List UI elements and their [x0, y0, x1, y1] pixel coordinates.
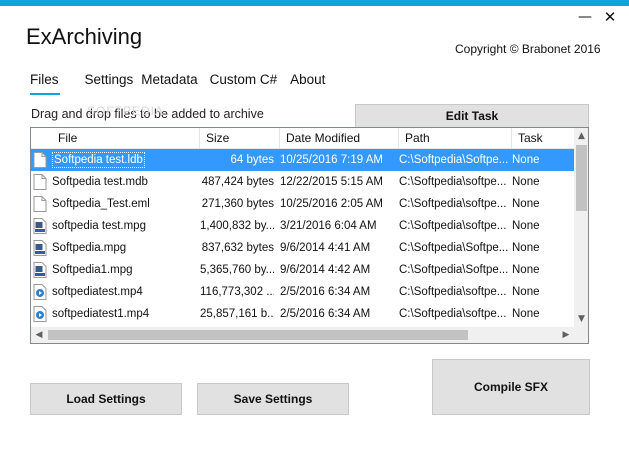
cell-path: C:\Softpedia\softpe... [399, 308, 507, 320]
drop-files-label: Drag and drop files to be added to archi… [31, 104, 264, 121]
table-row[interactable]: Softpedia test.mdb 487,424 bytes 12/22/201… [31, 171, 574, 193]
cell-task: None [512, 176, 540, 188]
tab-metadata[interactable]: Metadata [141, 71, 197, 91]
cell-date-modified: 2/5/2016 6:34 AM [280, 286, 371, 298]
cell-file-name: Softpedia_Test.eml [52, 198, 150, 210]
cell-size: 116,773,302 ... [200, 286, 274, 298]
cell-path: C:\Softpedia\softpe... [399, 176, 507, 188]
cell-date-modified: 3/21/2016 6:04 AM [280, 220, 377, 232]
table-row[interactable]: softpediatest.mp4 116,773,302 ... 2/5/2016… [31, 281, 574, 303]
compile-sfx-button[interactable]: Compile SFX [432, 359, 590, 415]
tab-settings[interactable]: Settings [85, 71, 134, 91]
document-icon [33, 174, 47, 190]
mpeg-file-icon [33, 262, 47, 278]
file-list-rows: Softpedia test.ldb 64 bytes 10/25/2016 7:1… [31, 149, 574, 325]
cell-task: None [512, 220, 540, 232]
scroll-up-icon[interactable]: ▲ [574, 128, 588, 144]
column-header-file[interactable]: File [52, 128, 200, 149]
cell-task: None [512, 286, 540, 298]
document-icon [33, 152, 47, 168]
app-title: ExArchiving [26, 24, 143, 49]
table-row[interactable]: Softpedia1.mpg 5,365,760 by... 9/6/2014 4:… [31, 259, 574, 281]
cell-file-name: Softpedia test.ldb [52, 152, 145, 168]
cell-file-name: Softpedia1.mpg [52, 264, 133, 276]
watermark-text: SOFTPEDIA [87, 104, 165, 118]
cell-file-name: Softpedia.mpg [52, 242, 127, 254]
cell-task: None [512, 198, 540, 210]
video-file-icon [33, 284, 47, 300]
tab-about[interactable]: About [290, 71, 325, 91]
table-row[interactable]: Softpedia test.ldb 64 bytes 10/25/2016 7:1… [31, 149, 574, 171]
cell-file-name: softpediatest1.mp4 [52, 308, 150, 320]
close-button[interactable]: ✕ [601, 8, 619, 26]
cell-size: 271,360 bytes [201, 198, 274, 210]
file-list[interactable]: File Size Date Modified Path Task Softpe… [30, 127, 589, 344]
mpeg-file-icon [33, 218, 47, 234]
vertical-scroll-thumb[interactable] [576, 145, 587, 211]
column-header-date-modified[interactable]: Date Modified [280, 128, 399, 149]
cell-file-name: softpedia test.mpg [52, 220, 146, 232]
horizontal-scroll-thumb[interactable] [48, 330, 468, 340]
cell-path: C:\Softpedia\Softpe... [399, 242, 509, 254]
cell-path: C:\Softpedia\softpe... [399, 220, 507, 232]
cell-task: None [512, 264, 540, 276]
cell-date-modified: 10/25/2016 2:05 AM [280, 198, 383, 210]
cell-date-modified: 2/5/2016 6:34 AM [280, 308, 371, 320]
cell-size: 25,857,161 b... [200, 308, 274, 320]
main-tabs: Files Settings Metadata Custom C# About [30, 71, 336, 95]
edit-task-button[interactable]: Edit Task [355, 104, 589, 128]
table-row[interactable]: Softpedia_Test.eml 271,360 bytes 10/25/201… [31, 193, 574, 215]
file-list-header: File Size Date Modified Path Task [31, 128, 574, 149]
cell-path: C:\Softpedia\Softpe... [399, 264, 509, 276]
cell-task: None [512, 242, 540, 254]
vertical-scrollbar[interactable]: ▲ ▼ [574, 128, 588, 327]
table-row[interactable]: Softpedia.mpg 837,632 bytes 9/6/2014 4:41 … [31, 237, 574, 259]
cell-size: 837,632 bytes [201, 242, 274, 254]
minimize-button[interactable]: — [576, 8, 594, 26]
save-settings-button[interactable]: Save Settings [197, 383, 349, 415]
scroll-down-icon[interactable]: ▼ [574, 311, 588, 327]
column-header-size[interactable]: Size [200, 128, 280, 149]
tab-files[interactable]: Files [30, 71, 60, 95]
scroll-left-icon[interactable]: ◀ [31, 327, 47, 343]
column-header-task[interactable]: Task [512, 128, 574, 149]
horizontal-scrollbar[interactable]: ◀ ▶ [31, 327, 574, 343]
cell-date-modified: 9/6/2014 4:42 AM [280, 264, 371, 276]
cell-task: None [512, 154, 540, 166]
scrollbar-corner [574, 327, 588, 343]
tab-custom-csharp[interactable]: Custom C# [210, 71, 278, 91]
scroll-right-icon[interactable]: ▶ [558, 327, 574, 343]
cell-path: C:\Softpedia\softpe... [399, 286, 507, 298]
cell-file-name: softpediatest.mp4 [52, 286, 143, 298]
copyright-text: Copyright © Brabonet 2016 [455, 42, 601, 56]
cell-size: 487,424 bytes [201, 176, 274, 188]
document-icon [33, 196, 47, 212]
table-row[interactable]: softpedia test.mpg 1,400,832 by... 3/21/20… [31, 215, 574, 237]
cell-path: C:\Softpedia\Softpe... [399, 154, 509, 166]
load-settings-button[interactable]: Load Settings [30, 383, 182, 415]
cell-file-name: Softpedia test.mdb [52, 176, 148, 188]
cell-path: C:\Softpedia\softpe... [399, 198, 507, 210]
cell-size: 1,400,832 by... [200, 220, 274, 232]
mpeg-file-icon [33, 240, 47, 256]
cell-task: None [512, 308, 540, 320]
video-file-icon [33, 306, 47, 322]
column-header-path[interactable]: Path [399, 128, 512, 149]
window-top-accent-bar [0, 0, 629, 6]
cell-size: 64 bytes [230, 154, 274, 166]
cell-date-modified: 9/6/2014 4:41 AM [280, 242, 371, 254]
table-row[interactable]: softpediatest1.mp4 25,857,161 b... 2/5/201… [31, 303, 574, 325]
cell-date-modified: 10/25/2016 7:19 AM [280, 154, 383, 166]
cell-date-modified: 12/22/2015 5:15 AM [280, 176, 383, 188]
cell-size: 5,365,760 by... [200, 264, 274, 276]
